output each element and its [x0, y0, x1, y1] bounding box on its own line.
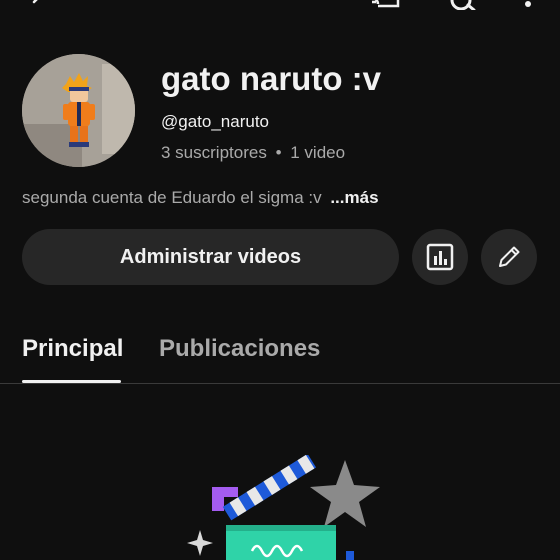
description-text: segunda cuenta de Eduardo el sigma :v — [22, 188, 322, 207]
edit-channel-button[interactable] — [481, 229, 537, 285]
subscriber-count: 3 suscriptores — [161, 143, 267, 162]
top-app-bar — [0, 0, 560, 10]
channel-avatar[interactable] — [22, 54, 135, 167]
pencil-icon — [499, 246, 520, 267]
more-link[interactable]: ...más — [330, 188, 378, 207]
channel-name: gato naruto :v — [161, 60, 381, 97]
back-arrow-icon[interactable] — [24, 0, 48, 10]
tab-principal[interactable]: Principal — [22, 335, 123, 363]
more-icon[interactable] — [518, 0, 538, 10]
tab-publicaciones[interactable]: Publicaciones — [159, 335, 320, 363]
stats-separator: • — [275, 143, 282, 162]
naruto-figure-image — [22, 54, 135, 167]
analytics-button[interactable] — [412, 229, 468, 285]
channel-stats: 3 suscriptores • 1 video — [161, 143, 345, 163]
channel-description[interactable]: segunda cuenta de Eduardo el sigma :v ..… — [22, 188, 379, 208]
channel-page: gato naruto :v @gato_naruto 3 suscriptor… — [0, 0, 560, 560]
cast-icon[interactable] — [368, 0, 402, 10]
analytics-icon — [426, 243, 454, 271]
video-count: 1 video — [290, 143, 346, 162]
channel-handle: @gato_naruto — [161, 112, 270, 131]
tabs-divider — [0, 383, 560, 384]
search-icon[interactable] — [446, 0, 480, 10]
clapperboard-illustration — [187, 455, 380, 560]
manage-videos-button[interactable]: Administrar videos — [22, 229, 399, 285]
